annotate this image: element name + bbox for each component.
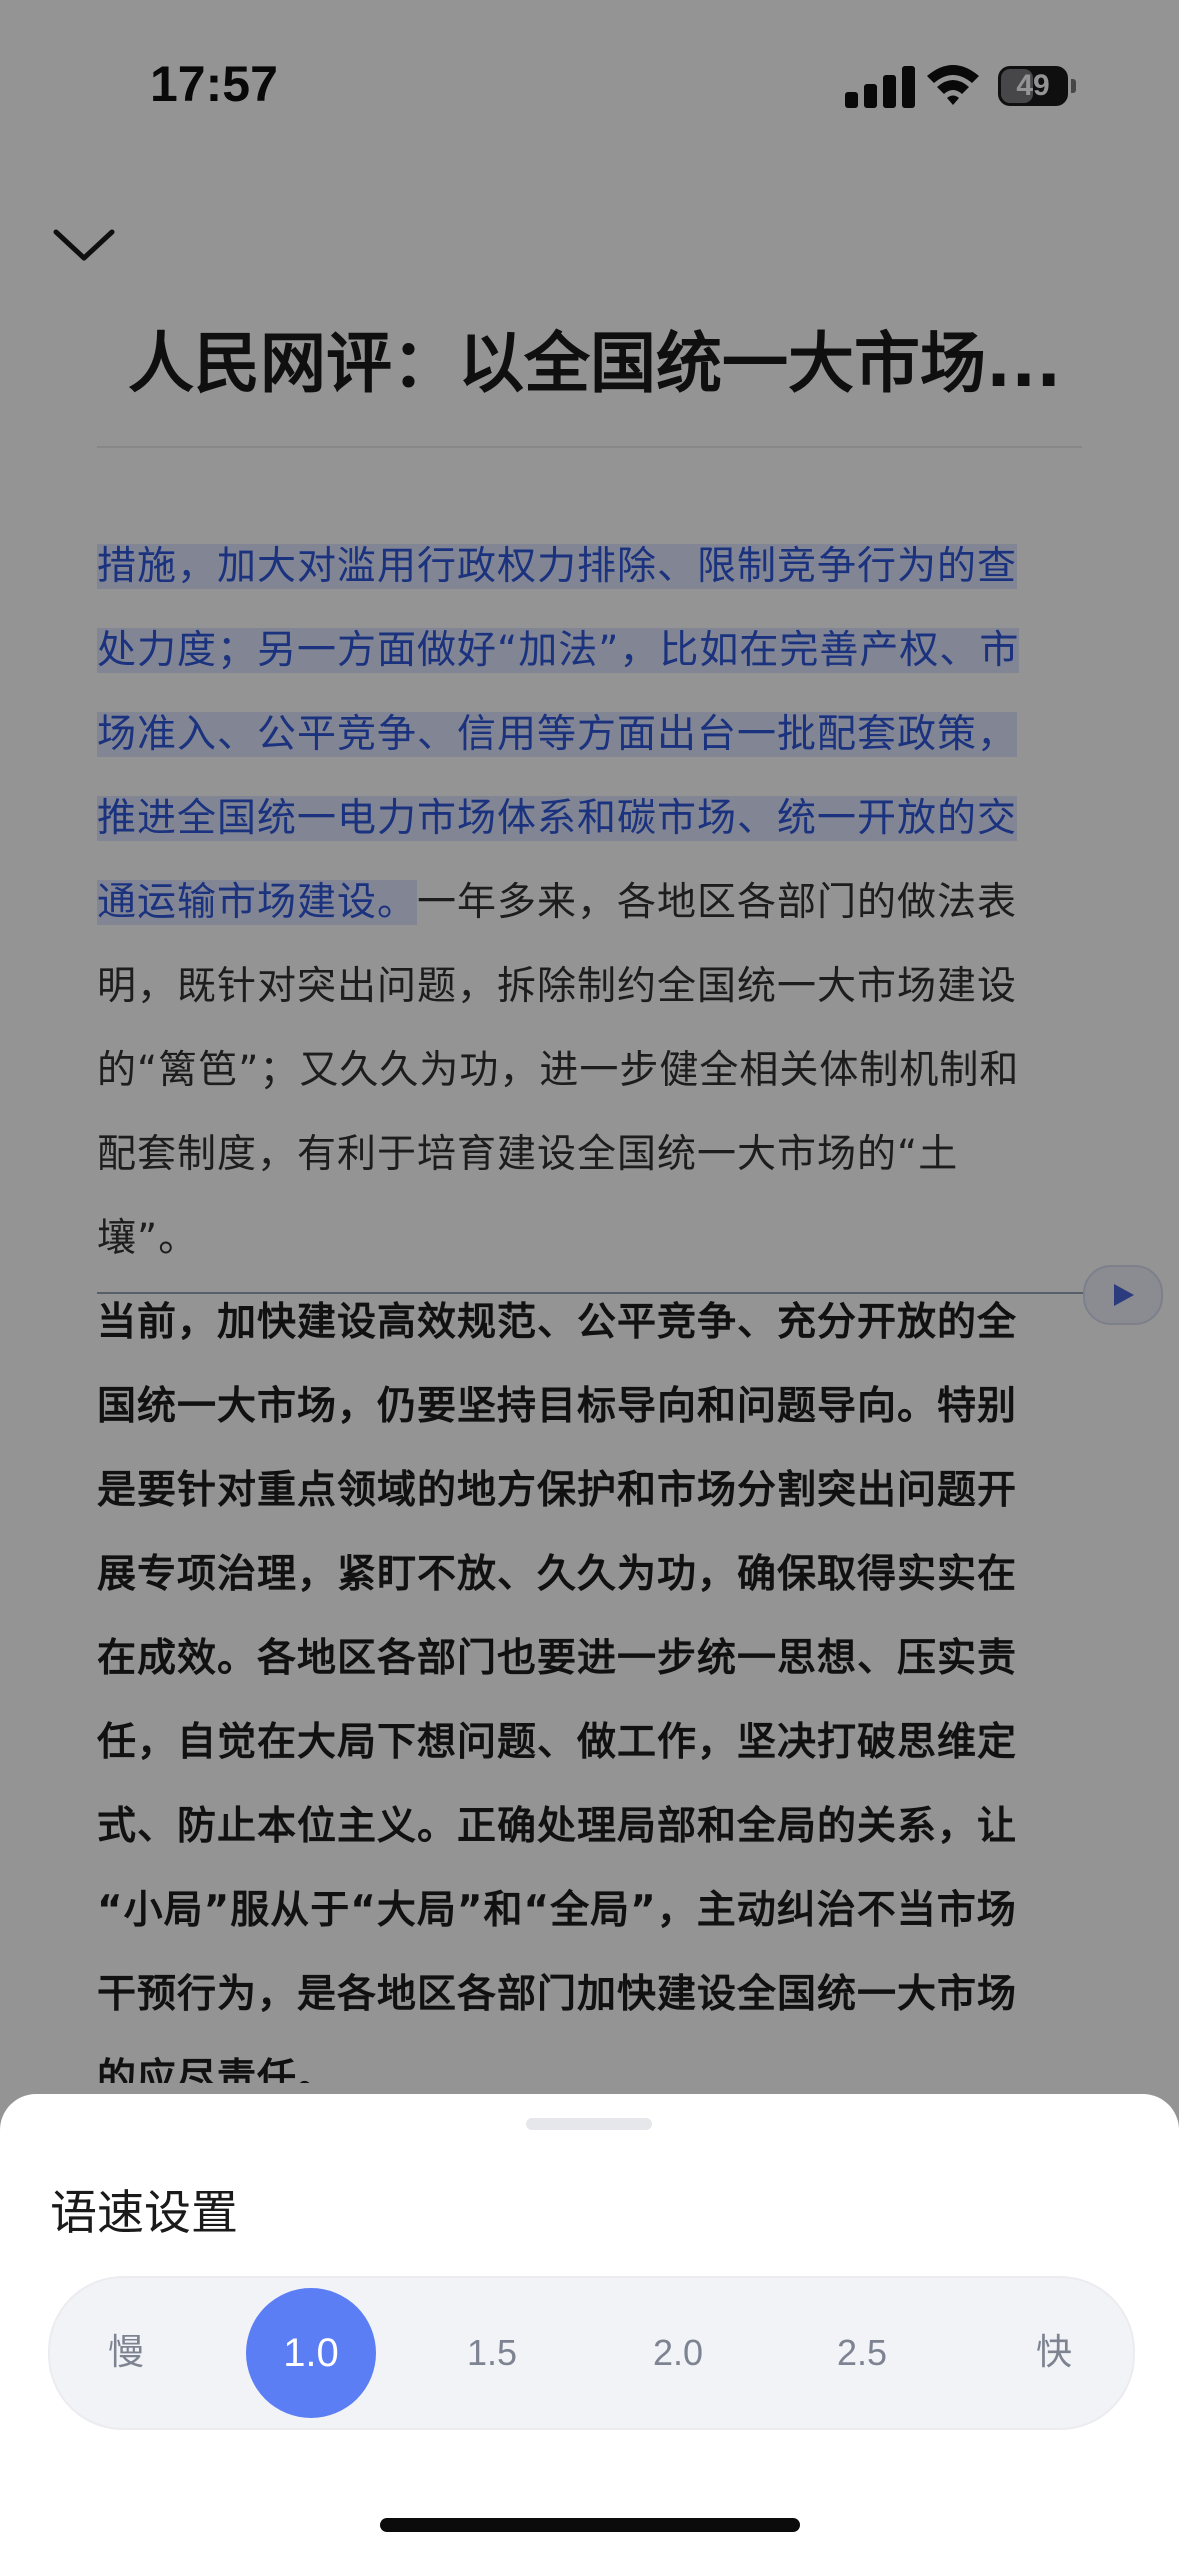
speed-option-1-5[interactable]: 1.5	[442, 2278, 542, 2428]
speed-option-1-0-selected[interactable]: 1.0	[246, 2288, 376, 2418]
speed-option-2-0[interactable]: 2.0	[628, 2278, 728, 2428]
sheet-grabber-handle[interactable]	[526, 2118, 652, 2130]
sheet-title: 语速设置	[50, 2186, 238, 2241]
home-indicator[interactable]	[380, 2518, 800, 2532]
speed-option-fast[interactable]: 快	[1014, 2278, 1094, 2428]
speed-selector: 慢 1.0 1.5 2.0 2.5 快	[48, 2276, 1135, 2430]
speed-option-2-5[interactable]: 2.5	[812, 2278, 912, 2428]
speech-speed-sheet: 语速设置 慢 1.0 1.5 2.0 2.5 快	[0, 2094, 1179, 2556]
speed-option-slow[interactable]: 慢	[86, 2278, 166, 2428]
